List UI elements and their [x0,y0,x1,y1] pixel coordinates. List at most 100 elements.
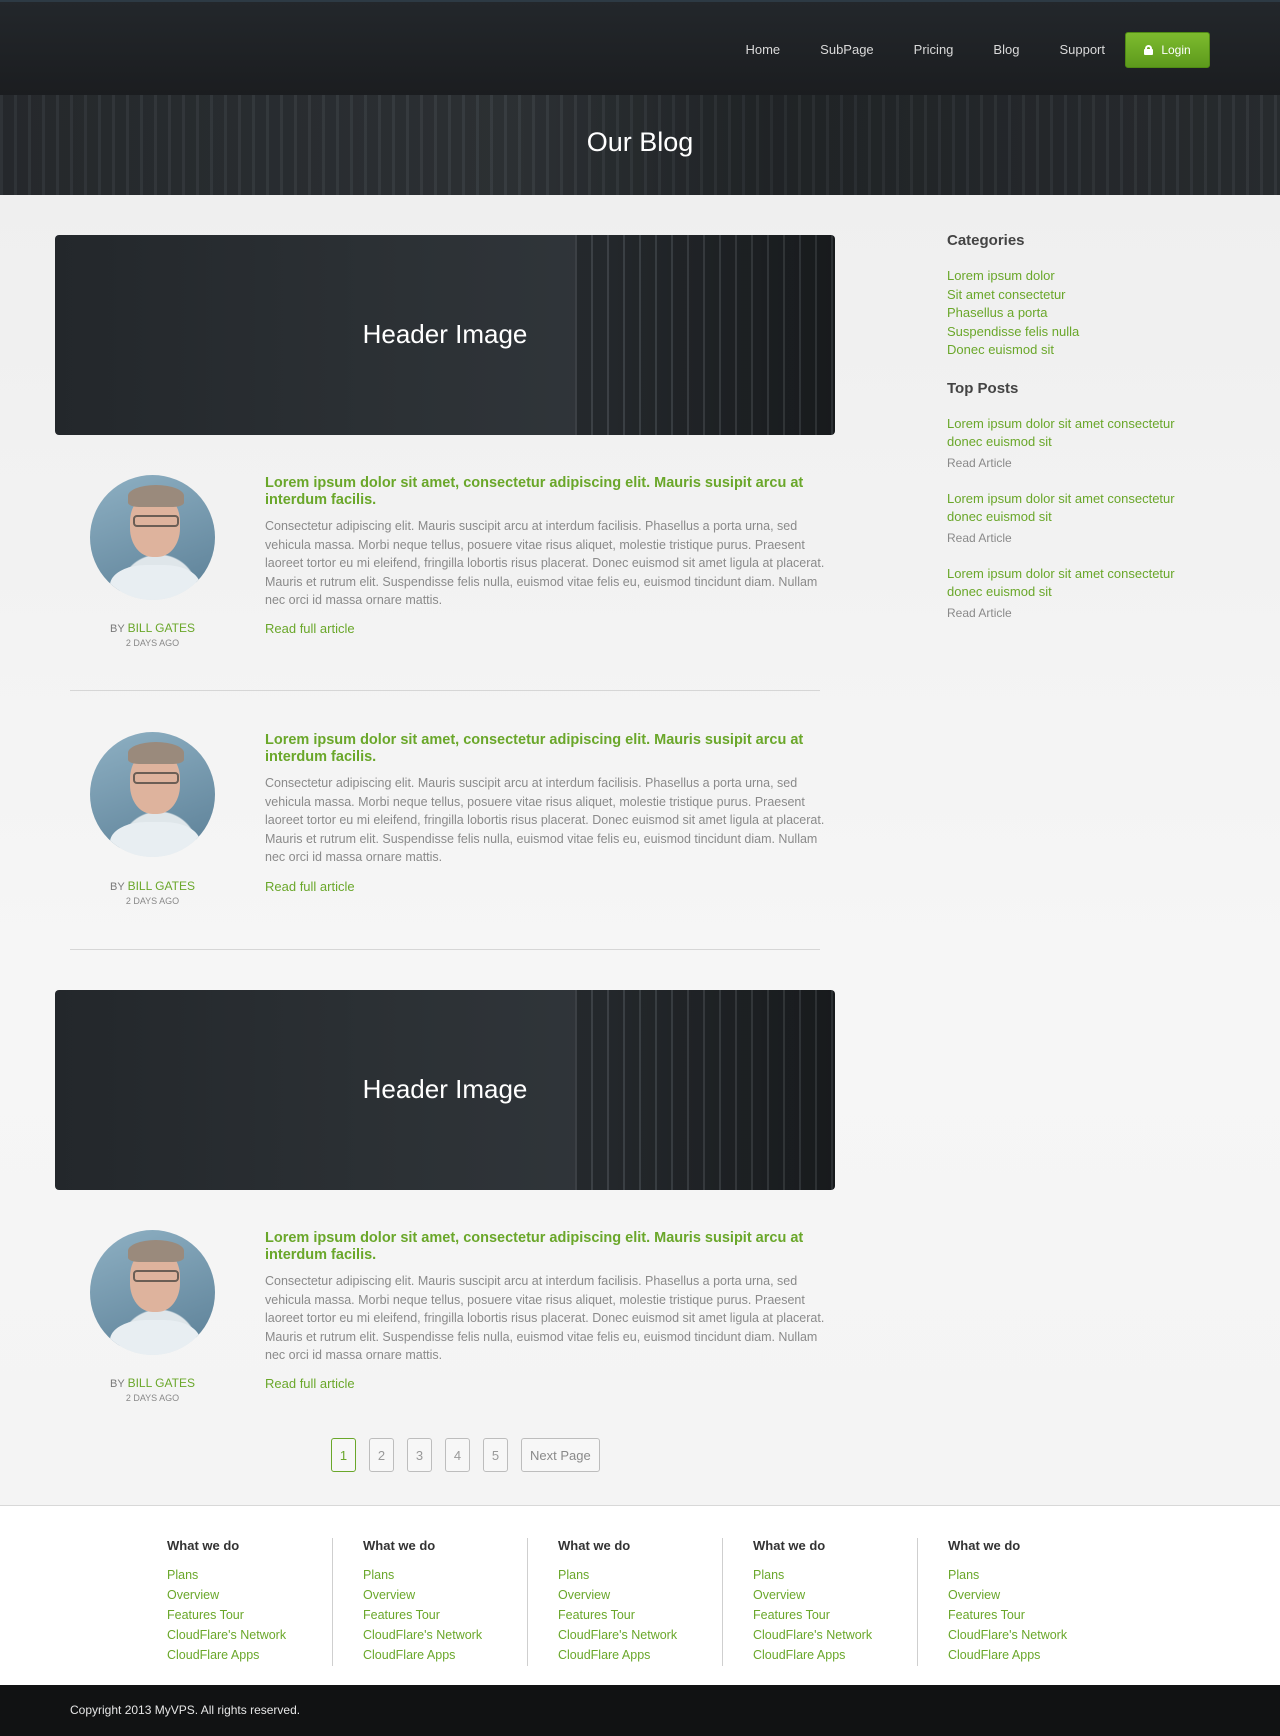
header-image-label: Header Image [362,319,528,349]
author-avatar [90,475,215,600]
nav-pricing[interactable]: Pricing [914,32,954,68]
post-excerpt: Consectetur adipiscing elit. Mauris susc… [265,519,825,607]
category-link[interactable]: Donec euismod sit [947,341,1227,360]
footer-link-network[interactable]: CloudFlare's Network [558,1625,722,1645]
top-post-title-line2[interactable]: donec euismod sit [947,433,1227,452]
top-post-title-line2[interactable]: donec euismod sit [947,508,1227,527]
post-byline: BY BILL GATES [55,879,250,893]
footer-link-apps[interactable]: CloudFlare Apps [558,1645,722,1665]
footer-link-plans[interactable]: Plans [948,1565,1112,1585]
author-link[interactable]: BILL GATES [128,879,195,893]
category-link[interactable]: Phasellus a porta [947,304,1227,323]
author-avatar [90,1230,215,1355]
footer-link-plans[interactable]: Plans [363,1565,527,1585]
author-link[interactable]: BILL GATES [128,1376,195,1390]
footer-link-features-tour[interactable]: Features Tour [558,1605,722,1625]
footer-link-network[interactable]: CloudFlare's Network [363,1625,527,1645]
top-post-title-line1[interactable]: Lorem ipsum dolor sit amet consectetur [947,415,1227,434]
category-link[interactable]: Lorem ipsum dolor [947,267,1227,286]
pagination: 1 2 3 4 5 Next Page [331,1438,613,1472]
read-article-link[interactable]: Read Article [947,531,1227,545]
footer-link-features-tour[interactable]: Features Tour [948,1605,1112,1625]
footer-column: What we do Plans Overview Features Tour … [527,1538,722,1666]
categories-list: Lorem ipsum dolor Sit amet consectetur P… [947,267,1227,360]
post-byline: BY BILL GATES [55,1376,250,1390]
author-link[interactable]: BILL GATES [128,621,195,635]
post-date: 2 DAYS AGO [125,1393,180,1403]
next-page-button[interactable]: Next Page [521,1438,600,1472]
footer-link-apps[interactable]: CloudFlare Apps [753,1645,917,1665]
post-title[interactable]: Lorem ipsum dolor sit amet, consectetur … [265,475,825,509]
top-post-item: Lorem ipsum dolor sit amet consectetur d… [947,490,1227,545]
footer-heading: What we do [558,1538,631,1553]
footer-link-features-tour[interactable]: Features Tour [753,1605,917,1625]
page-button-2[interactable]: 2 [369,1438,394,1472]
post-title[interactable]: Lorem ipsum dolor sit amet, consectetur … [265,1230,825,1264]
post-divider [70,690,820,691]
top-posts-heading: Top Posts [947,379,1019,397]
footer-link-overview[interactable]: Overview [948,1585,1112,1605]
top-post-item: Lorem ipsum dolor sit amet consectetur d… [947,565,1227,620]
page-button-1[interactable]: 1 [331,1438,356,1472]
top-post-title-line2[interactable]: donec euismod sit [947,583,1227,602]
footer-column: What we do Plans Overview Features Tour … [917,1538,1112,1666]
footer-link-plans[interactable]: Plans [753,1565,917,1585]
byline-prefix: BY [110,623,125,635]
top-posts-list: Lorem ipsum dolor sit amet consectetur d… [947,415,1227,620]
footer-link-apps[interactable]: CloudFlare Apps [948,1645,1112,1665]
byline-prefix: BY [110,881,125,893]
login-button[interactable]: Login [1125,32,1210,68]
top-post-title-line1[interactable]: Lorem ipsum dolor sit amet consectetur [947,490,1227,509]
footer-column: What we do Plans Overview Features Tour … [332,1538,527,1666]
post-date: 2 DAYS AGO [125,896,180,906]
blog-post: BY BILL GATES 2 DAYS AGO Lorem ipsum dol… [55,732,835,912]
copyright-text: Copyright 2013 MyVPS. All rights reserve… [70,1703,301,1717]
nav-support[interactable]: Support [1059,32,1105,68]
nav-links: Home SubPage Pricing Blog Support Login [705,32,1210,68]
read-article-link[interactable]: Read Article [947,456,1227,470]
footer-heading: What we do [753,1538,826,1553]
page-button-4[interactable]: 4 [445,1438,470,1472]
post-header-image: Header Image [55,235,835,435]
top-post-item: Lorem ipsum dolor sit amet consectetur d… [947,415,1227,470]
post-header-image: Header Image [55,990,835,1190]
footer-link-features-tour[interactable]: Features Tour [363,1605,527,1625]
blog-post: BY BILL GATES 2 DAYS AGO Lorem ipsum dol… [55,475,835,655]
author-avatar [90,732,215,857]
category-link[interactable]: Sit amet consectetur [947,286,1227,305]
categories-heading: Categories [947,232,1025,249]
nav-blog[interactable]: Blog [993,32,1019,68]
footer-link-overview[interactable]: Overview [753,1585,917,1605]
nav-subpage[interactable]: SubPage [820,32,874,68]
login-label: Login [1161,43,1191,57]
read-full-article-link[interactable]: Read full article [265,621,355,636]
footer-column: What we do Plans Overview Features Tour … [722,1538,917,1666]
footer: What we do Plans Overview Features Tour … [0,1505,1280,1685]
byline-prefix: BY [110,1378,125,1390]
category-link[interactable]: Suspendisse felis nulla [947,323,1227,342]
top-navbar: Home SubPage Pricing Blog Support Login [0,0,1280,95]
post-excerpt: Consectetur adipiscing elit. Mauris susc… [265,776,825,864]
post-title[interactable]: Lorem ipsum dolor sit amet, consectetur … [265,732,825,766]
footer-link-network[interactable]: CloudFlare's Network [753,1625,917,1645]
footer-heading: What we do [948,1538,1021,1553]
read-article-link[interactable]: Read Article [947,606,1227,620]
footer-link-plans[interactable]: Plans [558,1565,722,1585]
nav-home[interactable]: Home [745,32,780,68]
page-button-5[interactable]: 5 [483,1438,508,1472]
footer-link-apps[interactable]: CloudFlare Apps [363,1645,527,1665]
post-byline: BY BILL GATES [55,621,250,635]
page-button-3[interactable]: 3 [407,1438,432,1472]
post-divider [70,949,820,950]
read-full-article-link[interactable]: Read full article [265,1376,355,1391]
footer-link-overview[interactable]: Overview [363,1585,527,1605]
footer-link-network[interactable]: CloudFlare's Network [948,1625,1112,1645]
footer-link-overview[interactable]: Overview [558,1585,722,1605]
read-full-article-link[interactable]: Read full article [265,879,355,894]
blog-post: BY BILL GATES 2 DAYS AGO Lorem ipsum dol… [55,1230,835,1410]
lock-icon [1144,45,1154,55]
top-post-title-line1[interactable]: Lorem ipsum dolor sit amet consectetur [947,565,1227,584]
sidebar: Categories Lorem ipsum dolor Sit amet co… [947,232,1227,620]
header-image-label: Header Image [362,1074,528,1104]
post-date: 2 DAYS AGO [125,638,180,648]
